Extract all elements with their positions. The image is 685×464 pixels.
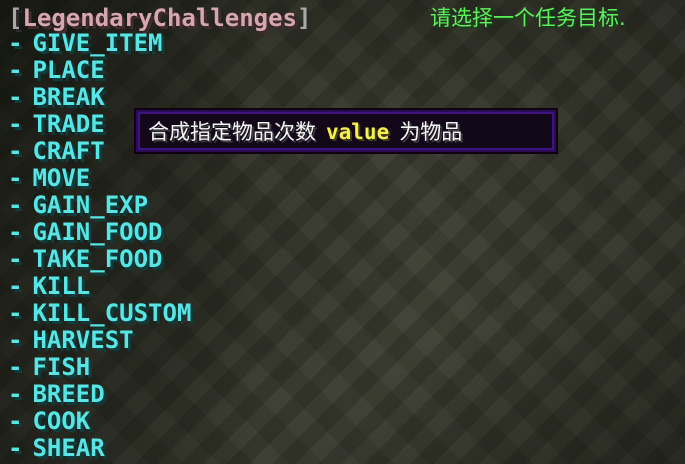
option-label: GIVE_ITEM bbox=[32, 29, 163, 57]
option-label: HARVEST bbox=[32, 326, 134, 354]
option-shear[interactable]: - SHEAR bbox=[8, 435, 105, 462]
tooltip-text: 合成指定物品次数 value 为物品 bbox=[148, 117, 462, 147]
option-dash: - bbox=[8, 407, 23, 435]
option-craft[interactable]: - CRAFT bbox=[8, 138, 105, 165]
option-dash: - bbox=[8, 191, 23, 219]
option-label: FISH bbox=[32, 353, 91, 381]
option-dash: - bbox=[8, 83, 23, 111]
option-dash: - bbox=[8, 245, 23, 273]
option-give-item[interactable]: - GIVE_ITEM bbox=[8, 30, 163, 57]
option-label: KILL_CUSTOM bbox=[32, 299, 192, 327]
prefix-bracket-open: [ bbox=[8, 4, 23, 32]
option-gain-exp[interactable]: - GAIN_EXP bbox=[8, 192, 148, 219]
option-breed[interactable]: - BREED bbox=[8, 381, 105, 408]
prefix-bracket-close: ] bbox=[297, 4, 312, 32]
option-dash: - bbox=[8, 272, 23, 300]
option-kill-custom[interactable]: - KILL_CUSTOM bbox=[8, 300, 191, 327]
option-trade[interactable]: - TRADE bbox=[8, 111, 105, 138]
option-label: PLACE bbox=[32, 56, 105, 84]
option-dash: - bbox=[8, 164, 23, 192]
option-label: KILL bbox=[32, 272, 91, 300]
tooltip-highlight: value bbox=[326, 120, 390, 144]
option-break[interactable]: - BREAK bbox=[8, 84, 105, 111]
option-dash: - bbox=[8, 110, 23, 138]
tooltip-text-before: 合成指定物品次数 bbox=[148, 120, 316, 144]
plugin-prefix-name: LegendaryChallenges bbox=[22, 4, 297, 32]
chat-panel: [LegendaryChallenges] 请选择一个任务目标. - GIVE_I… bbox=[0, 0, 685, 464]
option-dash: - bbox=[8, 434, 23, 462]
option-dash: - bbox=[8, 29, 23, 57]
option-label: CRAFT bbox=[32, 137, 105, 165]
option-label: BREED bbox=[32, 380, 105, 408]
option-label: GAIN_EXP bbox=[32, 191, 149, 219]
option-dash: - bbox=[8, 218, 23, 246]
option-label: MOVE bbox=[32, 164, 91, 192]
chat-header-line: [LegendaryChallenges] bbox=[8, 4, 311, 32]
hover-tooltip: 合成指定物品次数 value 为物品 bbox=[134, 108, 558, 154]
option-dash: - bbox=[8, 326, 23, 354]
select-objective-prompt: 请选择一个任务目标. bbox=[430, 6, 626, 30]
option-label: SHEAR bbox=[32, 434, 105, 462]
option-fish[interactable]: - FISH bbox=[8, 354, 90, 381]
option-kill[interactable]: - KILL bbox=[8, 273, 90, 300]
tooltip-text-after: 为物品 bbox=[399, 120, 463, 144]
option-label: TAKE_FOOD bbox=[32, 245, 163, 273]
option-harvest[interactable]: - HARVEST bbox=[8, 327, 134, 354]
option-label: TRADE bbox=[32, 110, 105, 138]
option-dash: - bbox=[8, 299, 23, 327]
option-gain-food[interactable]: - GAIN_FOOD bbox=[8, 219, 163, 246]
option-label: COOK bbox=[32, 407, 91, 435]
option-take-food[interactable]: - TAKE_FOOD bbox=[8, 246, 163, 273]
option-label: GAIN_FOOD bbox=[32, 218, 163, 246]
option-label: BREAK bbox=[32, 83, 105, 111]
option-dash: - bbox=[8, 56, 23, 84]
option-dash: - bbox=[8, 353, 23, 381]
option-dash: - bbox=[8, 380, 23, 408]
option-cook[interactable]: - COOK bbox=[8, 408, 90, 435]
option-dash: - bbox=[8, 137, 23, 165]
option-move[interactable]: - MOVE bbox=[8, 165, 90, 192]
option-place[interactable]: - PLACE bbox=[8, 57, 105, 84]
